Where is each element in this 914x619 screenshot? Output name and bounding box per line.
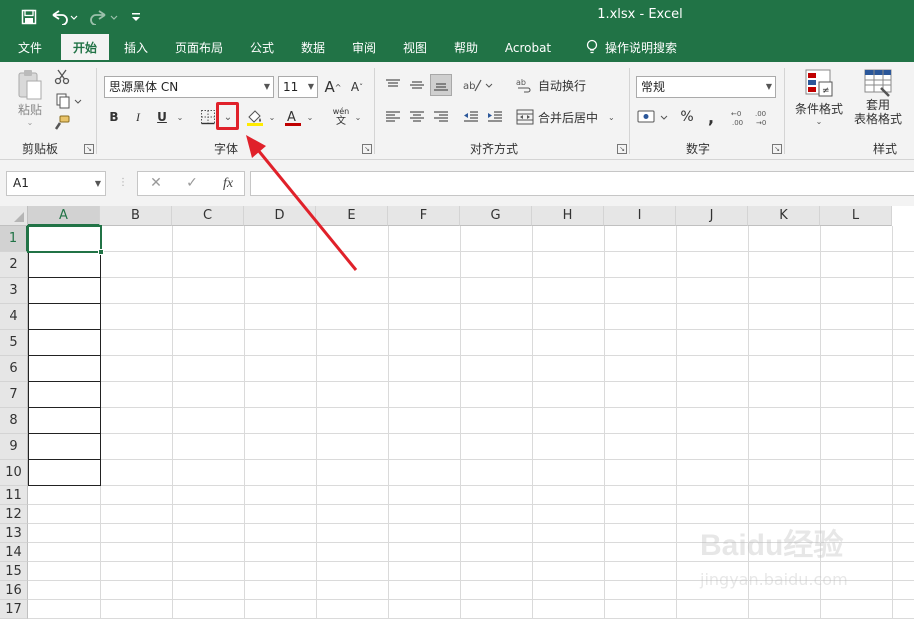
annotation-arrow [246, 135, 358, 271]
